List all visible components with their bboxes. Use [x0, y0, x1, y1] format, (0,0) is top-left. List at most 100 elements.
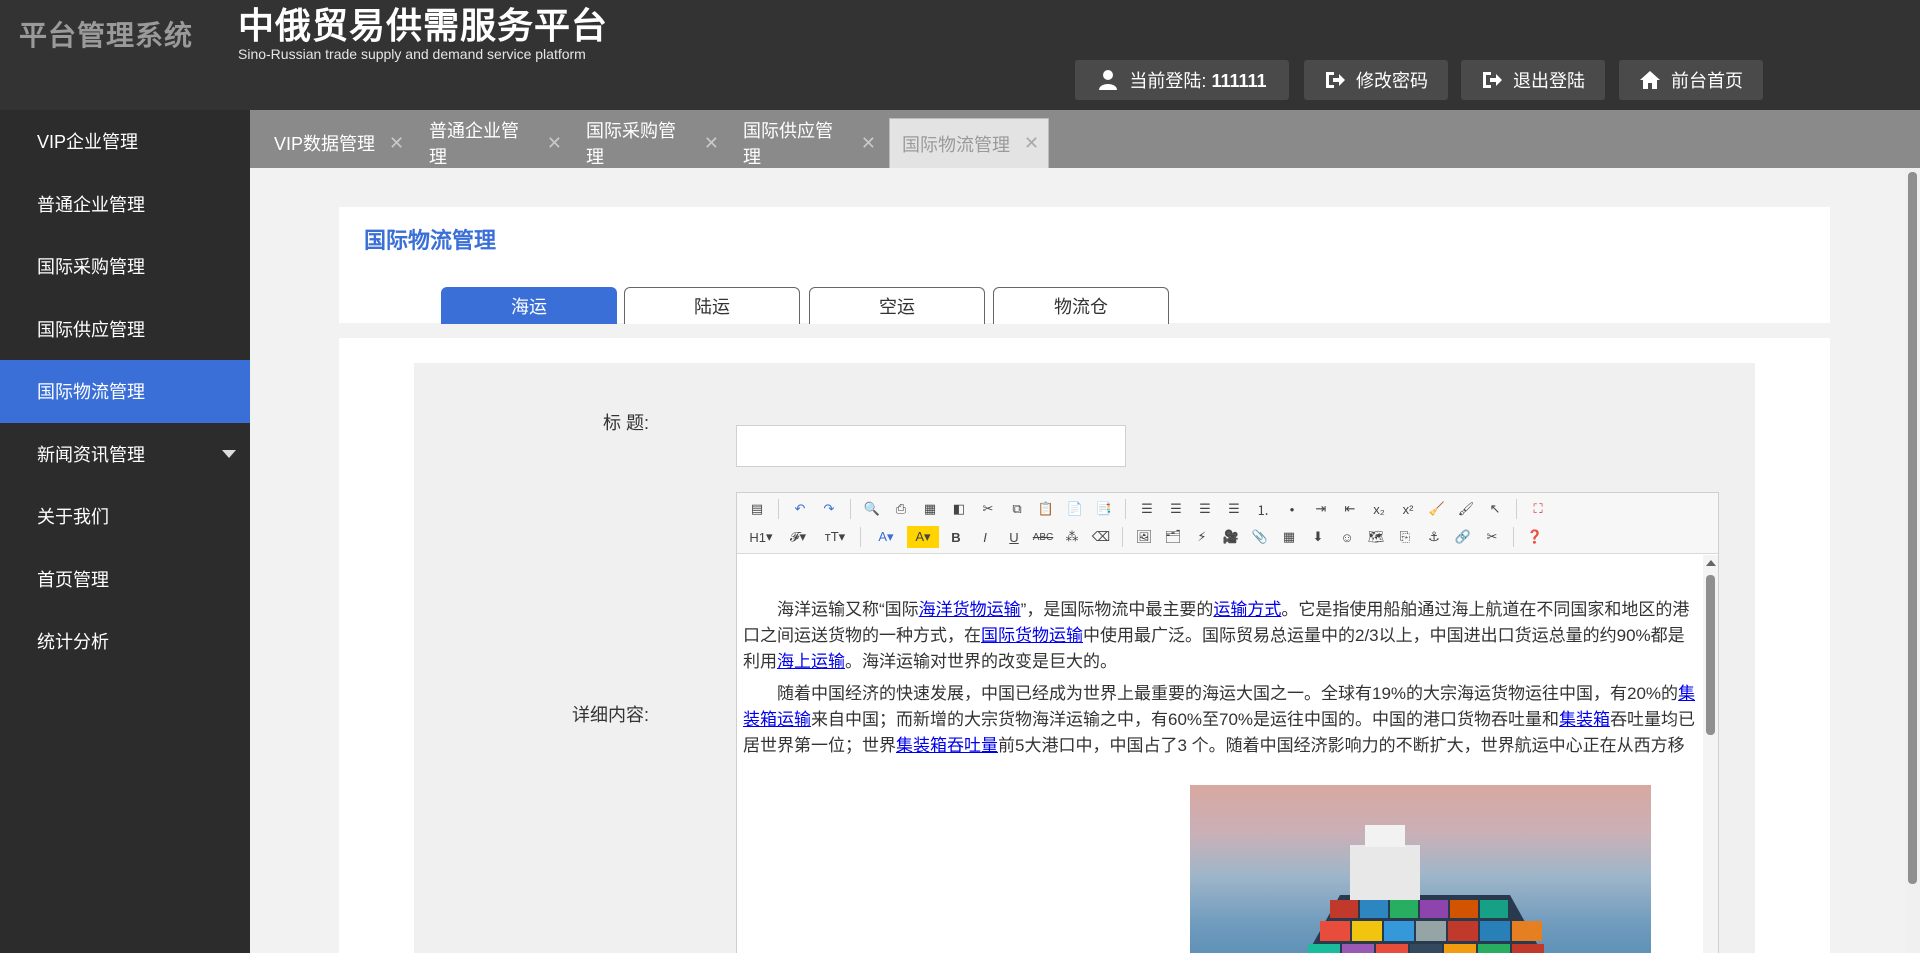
toolbar-separator: [1125, 499, 1126, 519]
editor-scrollbar[interactable]: [1703, 555, 1718, 953]
close-icon[interactable]: ✕: [389, 133, 404, 154]
superscript-icon[interactable]: x²: [1396, 498, 1420, 520]
frontend-home-button[interactable]: 前台首页: [1619, 60, 1763, 100]
sidebar-item-vip-enterprise[interactable]: VIP企业管理: [0, 110, 250, 173]
undo-icon[interactable]: ↶: [788, 498, 812, 520]
paragraph: 随着中国经济的快速发展，中国已经成为世界上最重要的海运大国之一。全球有19%的大…: [743, 684, 1696, 755]
sidebar-item-news[interactable]: 新闻资讯管理: [0, 423, 250, 486]
flash-icon[interactable]: ⚡: [1190, 526, 1214, 548]
sidebar-item-homepage-mgmt[interactable]: 首页管理: [0, 548, 250, 611]
page-break-icon[interactable]: ⎘: [1393, 526, 1417, 548]
format-painter-icon[interactable]: 🖌: [1454, 498, 1478, 520]
italic-icon[interactable]: I: [973, 526, 997, 548]
code-block-icon[interactable]: ⬇: [1306, 526, 1330, 548]
align-center-icon[interactable]: ☰: [1164, 498, 1188, 520]
heading-icon[interactable]: H1 ▾: [745, 526, 777, 548]
line-height-icon[interactable]: ⁂: [1060, 526, 1084, 548]
map-icon[interactable]: 🗺: [1364, 526, 1388, 548]
change-password-button[interactable]: 修改密码: [1304, 60, 1448, 100]
logout-button[interactable]: 退出登陆: [1461, 60, 1605, 100]
sidebar-item-intl-logistics[interactable]: 国际物流管理: [0, 360, 250, 423]
sidebar-item-about-us[interactable]: 关于我们: [0, 485, 250, 548]
video-icon[interactable]: 🎥: [1219, 526, 1243, 548]
template-icon[interactable]: ▦: [918, 498, 942, 520]
font-family-icon[interactable]: 𝓕▾: [782, 526, 814, 548]
title-input[interactable]: [736, 425, 1126, 467]
paste-icon[interactable]: 📋: [1034, 498, 1058, 520]
print-icon[interactable]: ⎙: [889, 498, 913, 520]
sidebar-item-normal-enterprise[interactable]: 普通企业管理: [0, 173, 250, 236]
subscript-icon[interactable]: x₂: [1367, 498, 1391, 520]
toolbar-separator: [850, 499, 851, 519]
strikethrough-icon[interactable]: ABC: [1031, 526, 1055, 548]
align-left-icon[interactable]: ☰: [1135, 498, 1159, 520]
toolbar-separator: [1513, 527, 1514, 547]
link[interactable]: 运输方式: [1213, 600, 1281, 619]
anchor-icon[interactable]: ⚓: [1422, 526, 1446, 548]
ordered-list-icon[interactable]: ⒈: [1251, 498, 1275, 520]
preview-icon[interactable]: 🔍: [860, 498, 884, 520]
indent-icon[interactable]: ⇥: [1309, 498, 1333, 520]
link[interactable]: 海上运输: [777, 652, 845, 671]
bold-icon[interactable]: B: [944, 526, 968, 548]
link[interactable]: 集装箱吞吐量: [896, 736, 998, 755]
multi-image-icon[interactable]: 🗂: [1161, 526, 1185, 548]
code-icon[interactable]: ◧: [947, 498, 971, 520]
outdent-icon[interactable]: ⇤: [1338, 498, 1362, 520]
close-icon[interactable]: ✕: [547, 133, 562, 154]
select-all-icon[interactable]: ↖: [1483, 498, 1507, 520]
scroll-up-icon[interactable]: [1706, 560, 1716, 566]
sidebar-item-intl-supply[interactable]: 国际供应管理: [0, 298, 250, 361]
subtab-air[interactable]: 空运: [809, 287, 985, 324]
toolbar-separator: [860, 527, 861, 547]
insert-image-icon[interactable]: 🖼: [1132, 526, 1156, 548]
link[interactable]: 国际货物运输: [981, 626, 1083, 645]
fullscreen-icon[interactable]: ⛶: [1526, 498, 1550, 520]
help-icon[interactable]: ❓: [1523, 526, 1547, 548]
top-header: 平台管理系统 中俄贸易供需服务平台 Sino-Russian trade sup…: [0, 0, 1920, 110]
cut-icon[interactable]: ✂: [976, 498, 1000, 520]
tab-normal-enterprise[interactable]: 普通企业管理 ✕: [405, 118, 562, 168]
close-icon[interactable]: ✕: [861, 133, 876, 154]
underline-icon[interactable]: U: [1002, 526, 1026, 548]
tab-vip-data[interactable]: VIP数据管理 ✕: [250, 118, 407, 168]
tab-intl-logistics[interactable]: 国际物流管理 ✕: [889, 118, 1049, 168]
eraser-icon[interactable]: ⌫: [1089, 526, 1113, 548]
subtab-sea[interactable]: 海运: [441, 287, 617, 324]
align-justify-icon[interactable]: ☰: [1222, 498, 1246, 520]
tab-intl-supply[interactable]: 国际供应管理 ✕: [719, 118, 876, 168]
current-user-button[interactable]: 当前登陆: 111111: [1075, 60, 1289, 100]
table-icon[interactable]: ▦: [1277, 526, 1301, 548]
font-size-icon[interactable]: тT▾: [819, 526, 851, 548]
clear-format-icon[interactable]: 🧹: [1425, 498, 1449, 520]
source-icon[interactable]: ▤: [745, 498, 769, 520]
scrollbar-thumb[interactable]: [1908, 172, 1917, 884]
link[interactable]: 海洋货物运输: [919, 600, 1021, 619]
scrollbar-thumb[interactable]: [1706, 575, 1715, 735]
unlink-icon[interactable]: ✂: [1480, 526, 1504, 548]
tab-intl-purchase[interactable]: 国际采购管理 ✕: [562, 118, 719, 168]
font-color-icon[interactable]: A▾: [870, 526, 902, 548]
panel-header: 国际物流管理 海运 陆运 空运 物流仓: [339, 207, 1830, 324]
emoticon-icon[interactable]: ☺: [1335, 526, 1359, 548]
highlight-icon[interactable]: A▾: [907, 526, 939, 548]
subtab-land[interactable]: 陆运: [624, 287, 800, 324]
align-right-icon[interactable]: ☰: [1193, 498, 1217, 520]
editor-content[interactable]: 海洋运输又称“国际海洋货物运输”，是国际物流中最主要的运输方式。它是指使用船舶通…: [737, 555, 1703, 953]
page-scrollbar[interactable]: [1905, 168, 1920, 953]
sidebar-item-intl-purchase[interactable]: 国际采购管理: [0, 235, 250, 298]
sidebar-item-statistics[interactable]: 统计分析: [0, 610, 250, 673]
copy-icon[interactable]: ⧉: [1005, 498, 1029, 520]
paste-text-icon[interactable]: 📄: [1063, 498, 1087, 520]
close-icon[interactable]: ✕: [1024, 133, 1039, 154]
close-icon[interactable]: ✕: [704, 133, 719, 154]
link-icon[interactable]: 🔗: [1451, 526, 1475, 548]
link[interactable]: 集装箱: [1559, 710, 1610, 729]
attachment-icon[interactable]: 📎: [1248, 526, 1272, 548]
title-label: 标 题:: [602, 413, 649, 433]
paste-word-icon[interactable]: 📑: [1092, 498, 1116, 520]
unordered-list-icon[interactable]: •: [1280, 498, 1304, 520]
redo-icon[interactable]: ↷: [817, 498, 841, 520]
subtab-warehouse[interactable]: 物流仓: [993, 287, 1169, 324]
sidebar-nav: VIP企业管理 普通企业管理 国际采购管理 国际供应管理 国际物流管理 新闻资讯…: [0, 110, 250, 953]
